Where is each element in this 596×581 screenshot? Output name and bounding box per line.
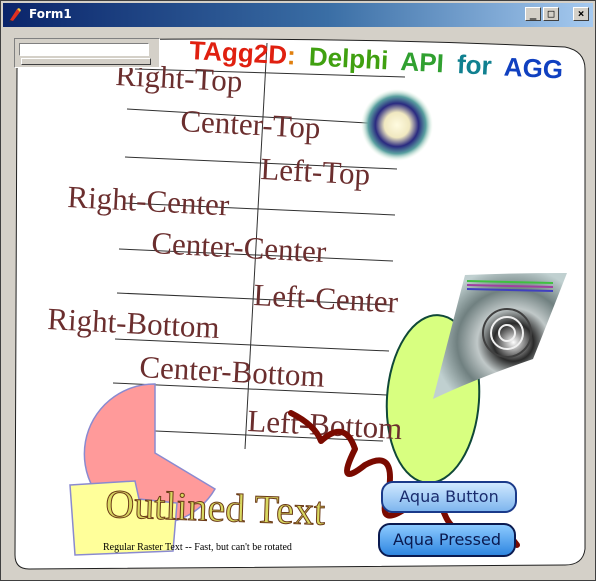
scrollbar-thumb[interactable]	[21, 58, 151, 65]
maximize-icon: □	[547, 7, 555, 20]
main-window: Form1 _ □ × TAgg2D: Delphi API for AGG R…	[0, 0, 596, 581]
app-icon	[9, 8, 21, 22]
gradient-ball	[361, 89, 433, 161]
label-left-top: Left-Top	[260, 151, 371, 192]
close-button[interactable]: ×	[573, 7, 589, 21]
label-center-top: Center-Top	[180, 103, 322, 145]
maximize-button[interactable]: □	[543, 7, 559, 21]
aqua-pressed-button[interactable]: Aqua Pressed	[378, 523, 516, 557]
outlined-text: Outlined Text	[105, 481, 326, 534]
title-bar[interactable]: Form1 _ □ ×	[3, 3, 593, 27]
raster-text: Regular Raster Text -- Fast, but can't b…	[103, 542, 292, 553]
close-icon: ×	[577, 7, 585, 20]
window-title: Form1	[29, 7, 72, 21]
horizontal-scrollbar[interactable]	[14, 38, 160, 68]
aqua-button[interactable]: Aqua Button	[381, 481, 517, 513]
minimize-icon: _	[529, 7, 537, 20]
scrollbar-track[interactable]	[19, 43, 149, 56]
minimize-button[interactable]: _	[525, 7, 541, 21]
client-area: TAgg2D: Delphi API for AGG Right-Top Cen…	[5, 29, 593, 578]
